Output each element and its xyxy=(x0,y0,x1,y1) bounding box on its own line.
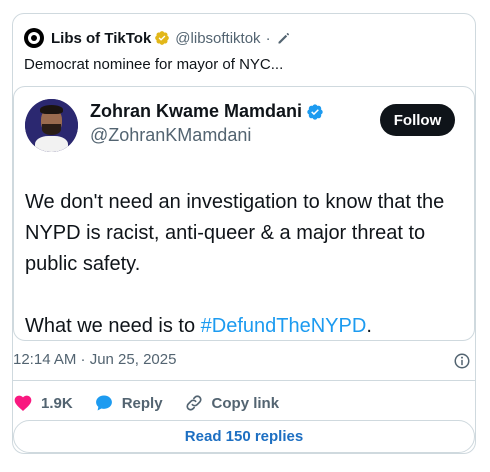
quote-author-handle[interactable]: @libsoftiktok xyxy=(175,30,260,47)
like-action[interactable]: 1.9K xyxy=(13,393,73,413)
tweet-text-line2: What we need is to #DefundTheNYPD. xyxy=(25,311,465,342)
tweet-body: We don't need an investigation to know t… xyxy=(25,187,465,342)
tweet-text-suffix: . xyxy=(366,315,372,337)
quoted-tweet[interactable]: Zohran Kwame Mamdani @ZohranKMamdani Fol… xyxy=(13,86,475,341)
copy-link-action[interactable]: Copy link xyxy=(184,393,280,413)
libsoftiktok-avatar[interactable] xyxy=(24,28,44,48)
author-name[interactable]: Zohran Kwame Mamdani xyxy=(90,101,302,122)
heart-icon xyxy=(14,395,32,411)
tweet-timestamp[interactable]: 12:14 AM · Jun 25, 2025 xyxy=(13,351,176,368)
avatar-beard xyxy=(42,124,61,135)
tweet-embed-card: Libs of TikTok @libsoftiktok · Democrat … xyxy=(12,13,476,454)
pencil-edited-icon xyxy=(278,32,289,43)
reply-label: Reply xyxy=(121,394,163,412)
link-icon xyxy=(186,395,202,411)
avatar-hair xyxy=(40,105,63,114)
reply-action[interactable]: Reply xyxy=(94,393,163,413)
reply-bubble-icon xyxy=(95,395,112,411)
verified-badge-gold-icon xyxy=(155,31,170,45)
separator-dot: · xyxy=(265,29,271,47)
verified-badge-blue-icon xyxy=(307,103,323,120)
divider xyxy=(13,380,475,381)
tweet-text-line1: We don't need an investigation to know t… xyxy=(25,191,445,275)
quote-text: Democrat nominee for mayor of NYC... xyxy=(24,56,284,73)
info-icon[interactable] xyxy=(453,352,471,370)
mamdani-avatar[interactable] xyxy=(25,99,78,152)
quote-header: Libs of TikTok @libsoftiktok · xyxy=(24,27,291,49)
like-count: 1.9K xyxy=(41,394,73,412)
author-name-row: Zohran Kwame Mamdani xyxy=(90,101,324,122)
copy-link-label: Copy link xyxy=(211,394,280,412)
hashtag-link[interactable]: #DefundTheNYPD xyxy=(201,315,367,337)
author-handle[interactable]: @ZohranKMamdani xyxy=(90,125,251,146)
tweet-text-prefix: What we need is to xyxy=(25,315,201,337)
avatar-shirt xyxy=(35,136,68,152)
action-bar: 1.9K Reply Copy link xyxy=(13,392,300,414)
quote-author-name[interactable]: Libs of TikTok xyxy=(51,30,151,47)
follow-button[interactable]: Follow xyxy=(380,104,455,136)
read-replies-button[interactable]: Read 150 replies xyxy=(13,420,475,453)
